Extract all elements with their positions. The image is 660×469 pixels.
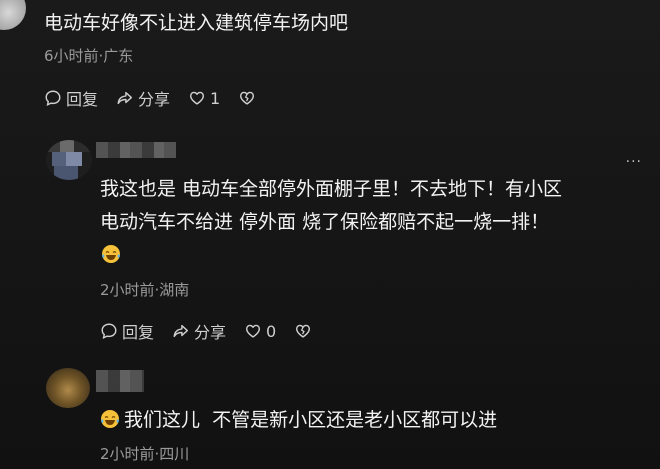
comment-meta: 6小时前·广东 — [44, 47, 134, 65]
username-pixelated[interactable] — [96, 370, 144, 392]
reply2-text: 我们这儿 不管是新小区还是老小区都可以进 — [124, 409, 498, 431]
laughing-tears-emoji — [102, 245, 120, 263]
dislike-button[interactable] — [238, 89, 260, 107]
like-button[interactable]: 1 — [188, 89, 220, 108]
share-arrow-icon — [117, 91, 133, 105]
share-label: 分享 — [138, 90, 171, 109]
share-button[interactable]: 分享 — [172, 319, 226, 343]
username-pixelated[interactable] — [96, 142, 176, 158]
reply2-text-row: 我们这儿 不管是新小区还是老小区都可以进 — [100, 405, 497, 432]
heart-icon — [190, 91, 205, 105]
like-count: 0 — [266, 321, 277, 341]
like-count: 1 — [210, 88, 221, 108]
laughing-tears-emoji — [101, 410, 119, 428]
comment-bubble-icon — [45, 90, 61, 106]
reply-label: 回复 — [66, 90, 99, 109]
comment-thread: 电动车好像不让进入建筑停车场内吧 6小时前·广东 回复 分享 1 ··· 我这也… — [0, 0, 660, 469]
reply2-meta: 2小时前·四川 — [100, 445, 190, 463]
reply-text-line1: 我这也是 电动车全部停外面棚子里！不去地下！有小区 — [100, 178, 563, 200]
share-label: 分享 — [194, 323, 227, 342]
share-arrow-icon — [173, 324, 189, 338]
avatar[interactable] — [46, 368, 90, 408]
broken-heart-icon — [296, 324, 311, 338]
avatar[interactable] — [46, 140, 92, 180]
reply-meta: 2小时前·湖南 — [100, 281, 190, 299]
dislike-button[interactable] — [294, 322, 316, 340]
reply-label: 回复 — [122, 323, 155, 342]
reply-actions: 回复 分享 0 — [100, 319, 316, 343]
avatar[interactable] — [0, 0, 26, 30]
comment-bubble-icon — [101, 323, 117, 339]
reply-button[interactable]: 回复 — [44, 86, 98, 110]
reply-text-line2: 电动汽车不给进 停外面 烧了保险都赔不起一烧一排！ — [100, 211, 550, 233]
comment-text: 电动车好像不让进入建筑停车场内吧 — [44, 12, 349, 34]
comment-actions: 回复 分享 1 — [44, 86, 260, 110]
heart-icon — [246, 324, 261, 338]
like-button[interactable]: 0 — [244, 322, 276, 341]
share-button[interactable]: 分享 — [116, 86, 170, 110]
more-menu-icon[interactable]: ··· — [626, 154, 642, 170]
reply-button[interactable]: 回复 — [100, 319, 154, 343]
broken-heart-icon — [240, 91, 255, 105]
